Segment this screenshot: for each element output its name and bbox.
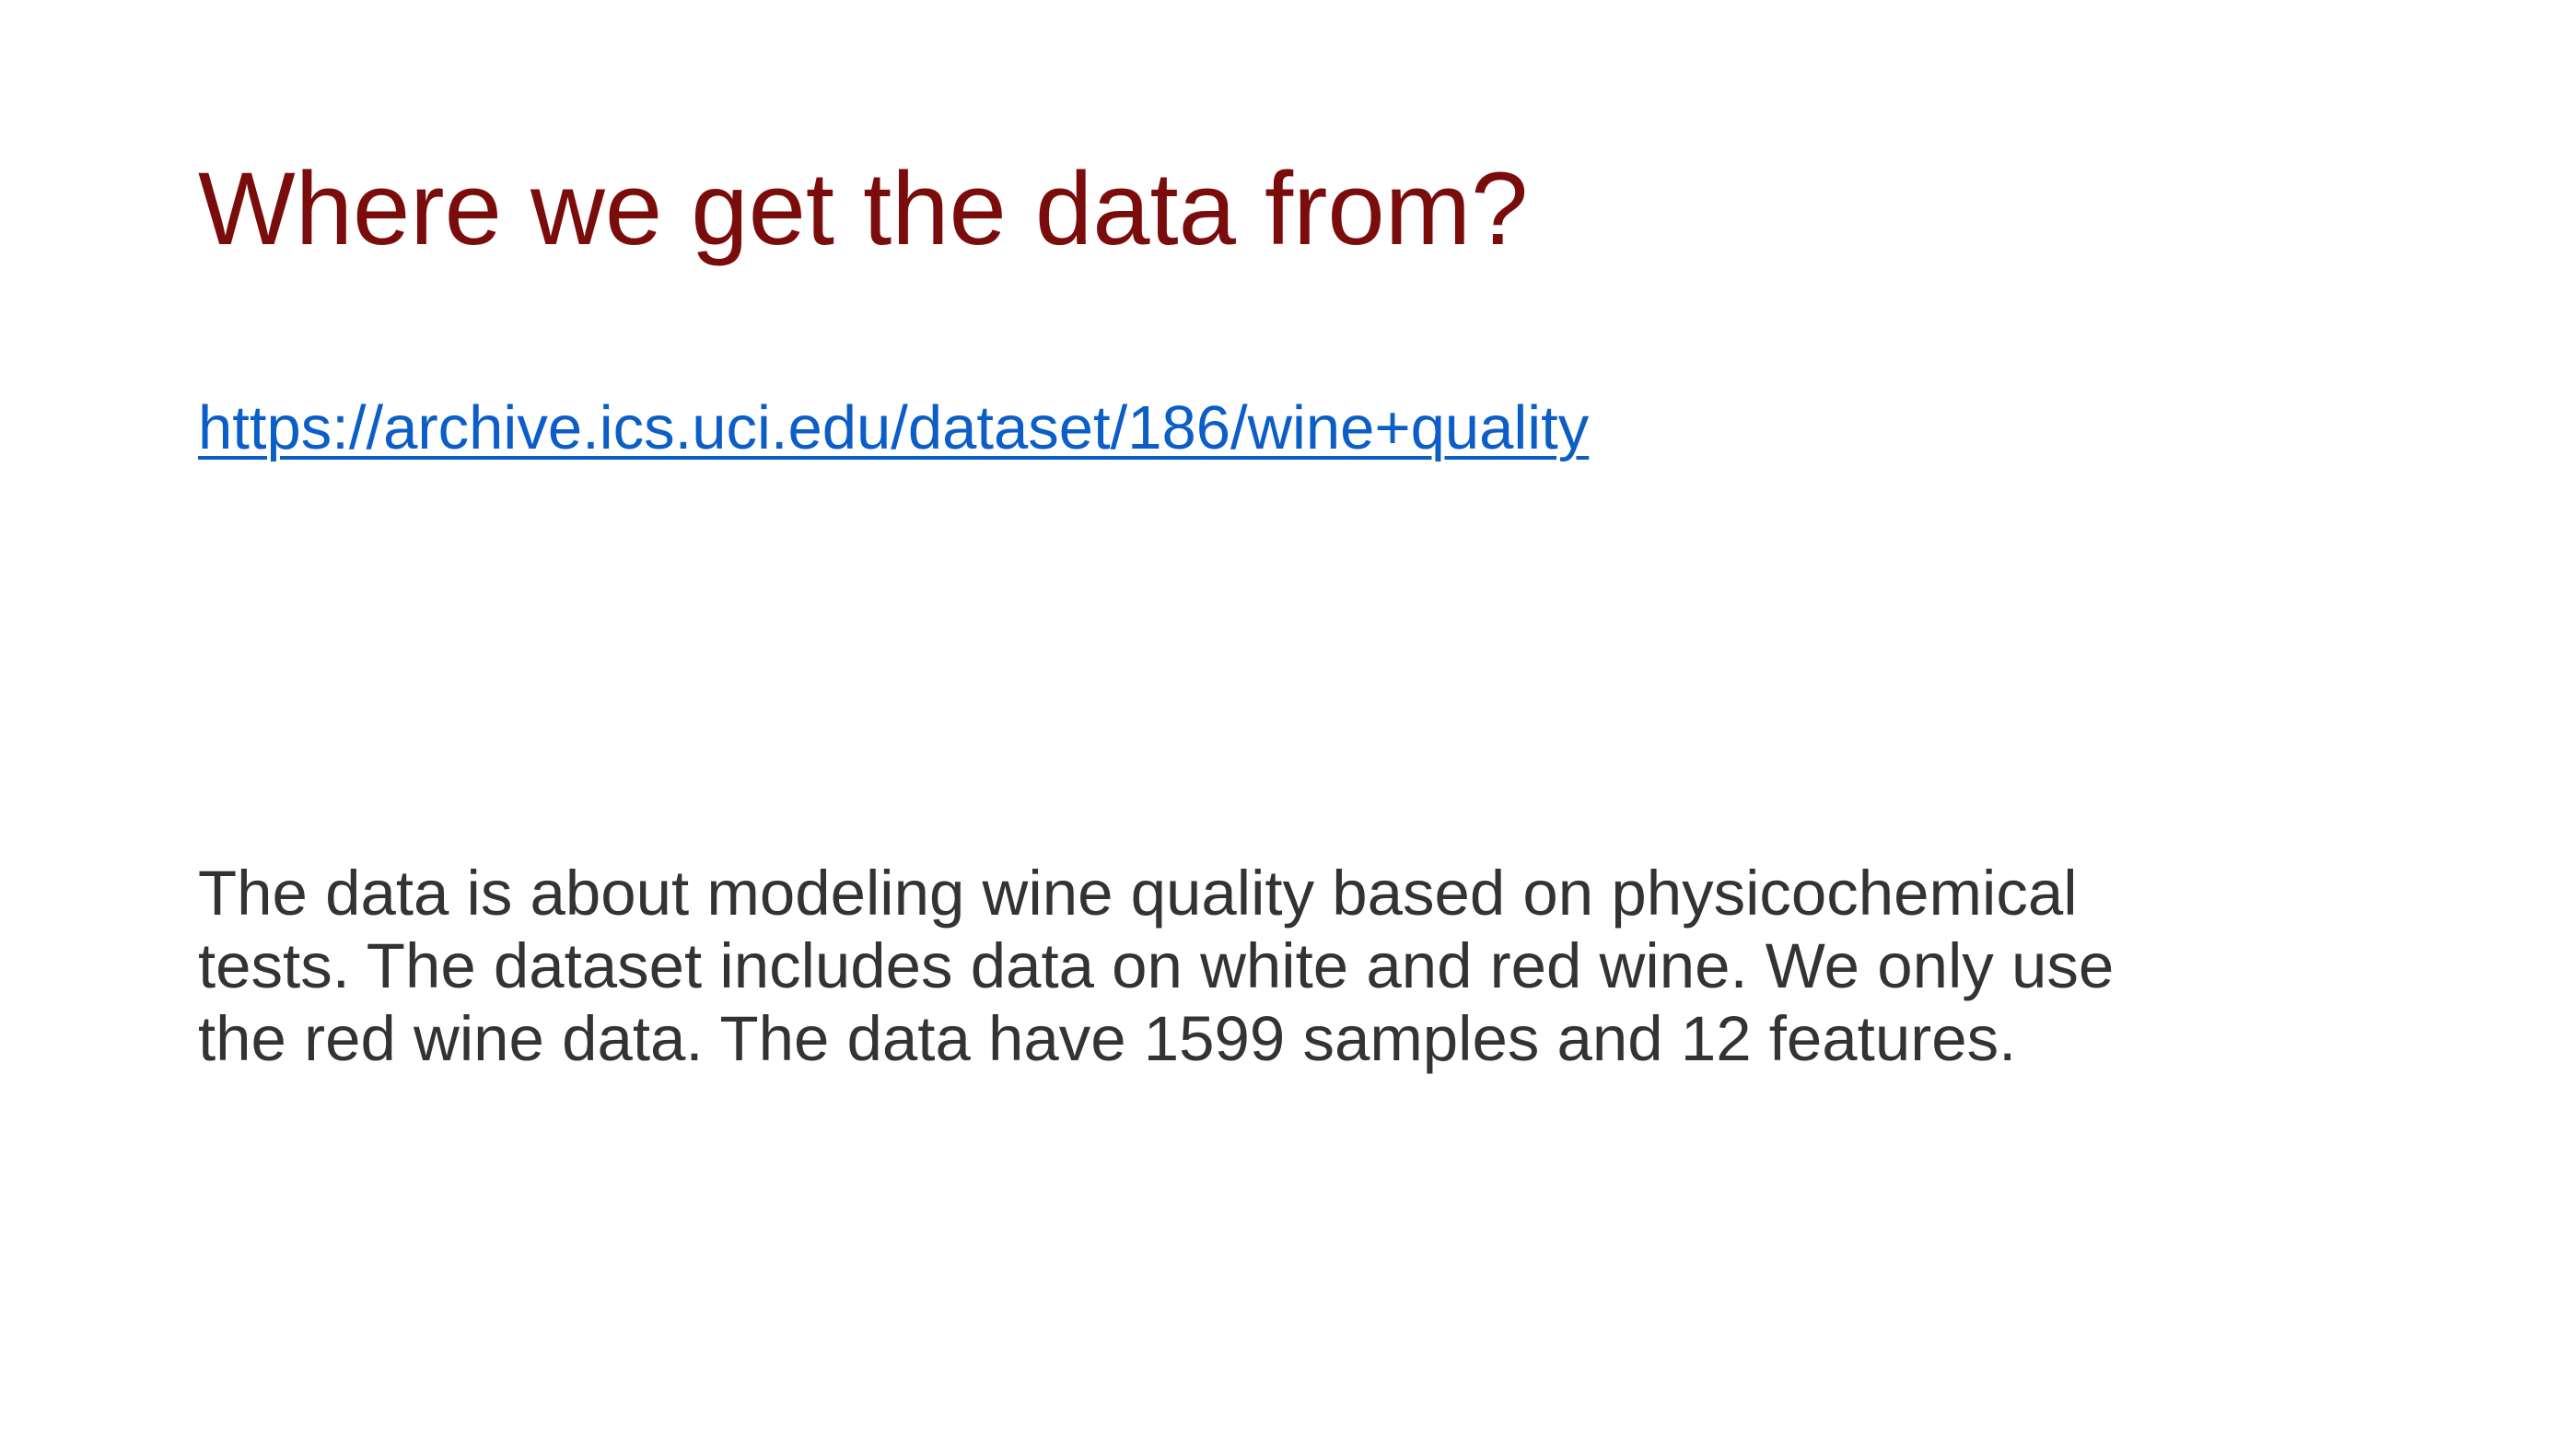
slide-description: The data is about modeling wine quality … xyxy=(198,857,2390,1075)
description-line-2: tests. The dataset includes data on whit… xyxy=(198,930,2115,1001)
description-line-1: The data is about modeling wine quality … xyxy=(198,858,2078,929)
description-line-3: the red wine data. The data have 1599 sa… xyxy=(198,1003,2017,1074)
dataset-source-link[interactable]: https://archive.ics.uci.edu/dataset/186/… xyxy=(198,391,1589,465)
slide: Where we get the data from? https://arch… xyxy=(0,0,2576,1449)
slide-title: Where we get the data from? xyxy=(198,151,1529,266)
